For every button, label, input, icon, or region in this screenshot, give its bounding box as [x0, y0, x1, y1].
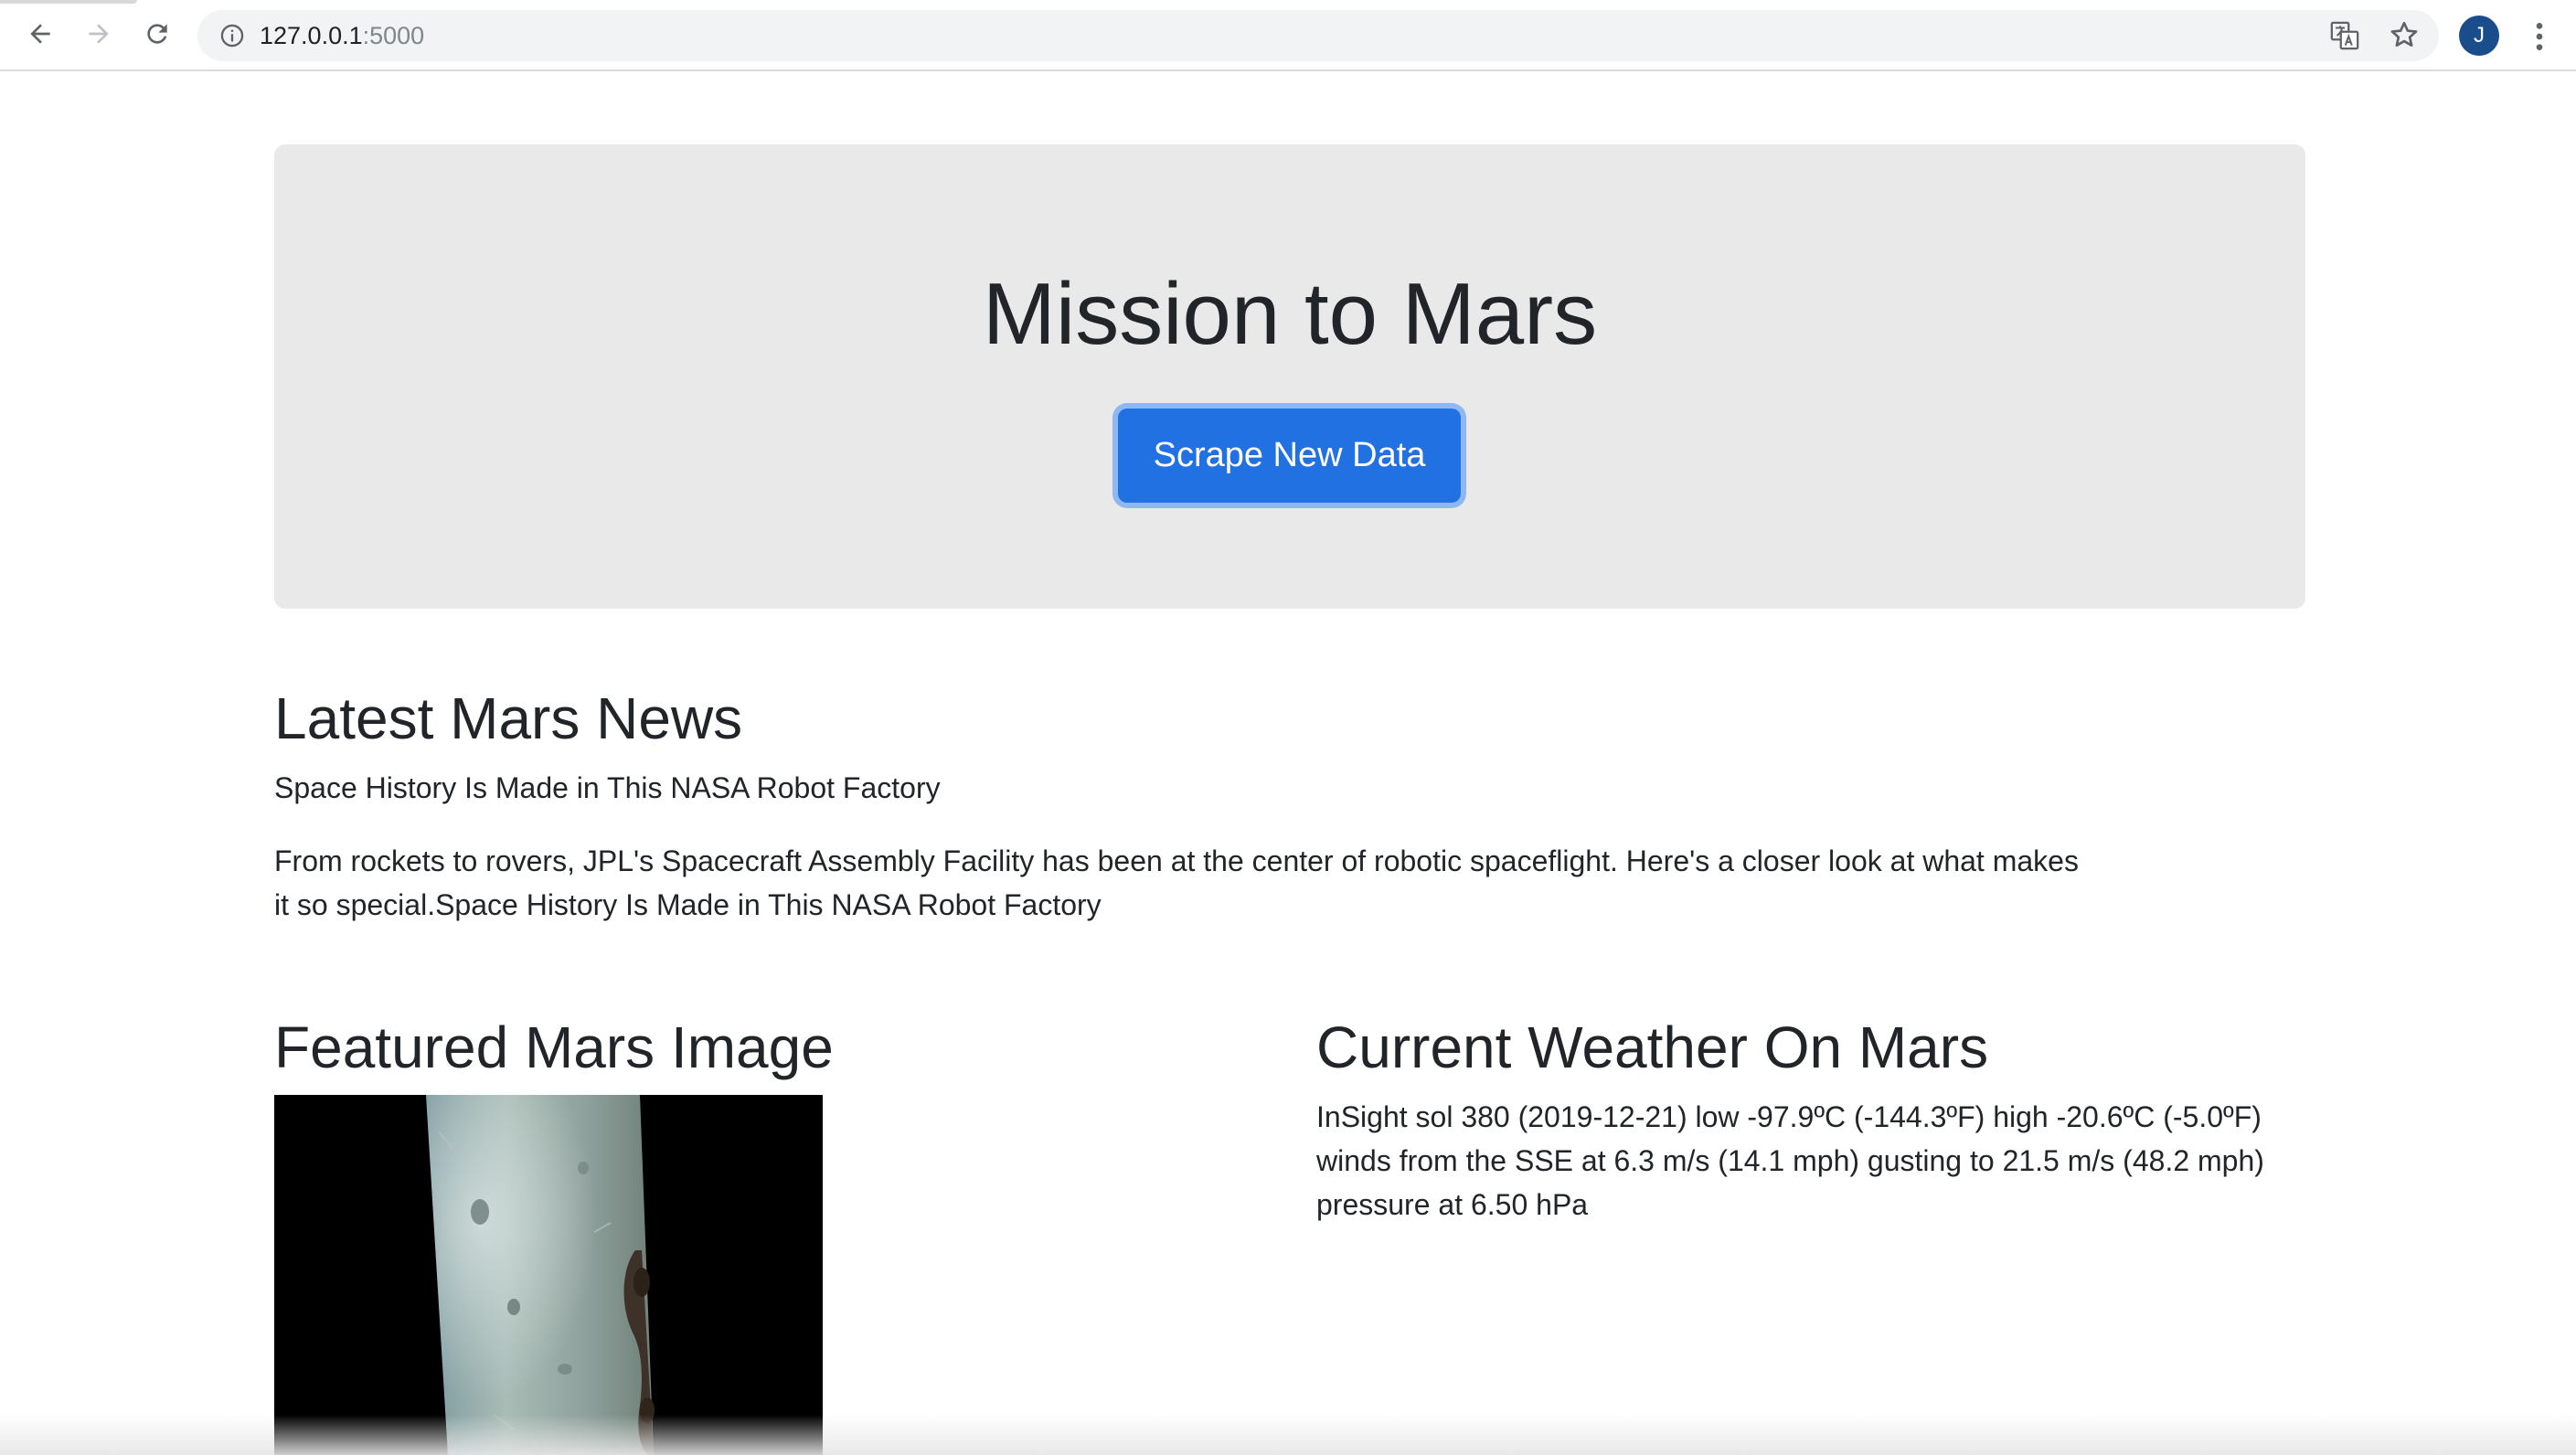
url-host: 127.0.0.1: [260, 22, 363, 49]
browser-toolbar: 127.0.0.1:5000 J: [0, 0, 2576, 71]
star-icon[interactable]: [2388, 18, 2421, 51]
url-port: :5000: [362, 22, 425, 49]
news-body-line-1: From rockets to rovers, JPL's Spacecraft…: [274, 844, 2079, 877]
reload-button[interactable]: [139, 16, 176, 52]
news-body-line-2: it so special.Space History Is Made in T…: [274, 888, 1102, 921]
page-title: Mission to Mars: [982, 265, 1598, 363]
forward-button[interactable]: [80, 16, 117, 52]
back-arrow-icon: [30, 24, 50, 44]
address-bar[interactable]: 127.0.0.1:5000: [197, 10, 2439, 61]
mars-surface-picture: [274, 1095, 823, 1455]
back-button[interactable]: [22, 16, 59, 52]
avatar[interactable]: J: [2459, 16, 2499, 56]
weather-line-3: pressure at 6.50 hPa: [1316, 1188, 1589, 1221]
scrape-new-data-button[interactable]: Scrape New Data: [1118, 409, 1461, 503]
reload-icon: [147, 24, 167, 44]
url-text[interactable]: 127.0.0.1:5000: [260, 21, 424, 50]
news-headline: Space History Is Made in This NASA Robot…: [274, 771, 941, 804]
featured-mars-image: [274, 1095, 823, 1455]
forward-arrow-icon: [89, 24, 109, 44]
news-heading: Latest Mars News: [274, 685, 743, 751]
weather-line-2: winds from the SSE at 6.3 m/s (14.1 mph)…: [1316, 1144, 2264, 1177]
weather-line-1: InSight sol 380 (2019-12-21) low -97.9ºC…: [1316, 1100, 2262, 1133]
info-icon[interactable]: [219, 23, 245, 48]
featured-image-heading: Featured Mars Image: [274, 1014, 834, 1080]
menu-icon[interactable]: [2525, 18, 2554, 55]
weather-heading: Current Weather On Mars: [1316, 1014, 1989, 1080]
jumbotron: Mission to Mars: [274, 144, 2305, 609]
tab-indicator: [0, 0, 137, 4]
translate-icon[interactable]: [2329, 20, 2360, 51]
